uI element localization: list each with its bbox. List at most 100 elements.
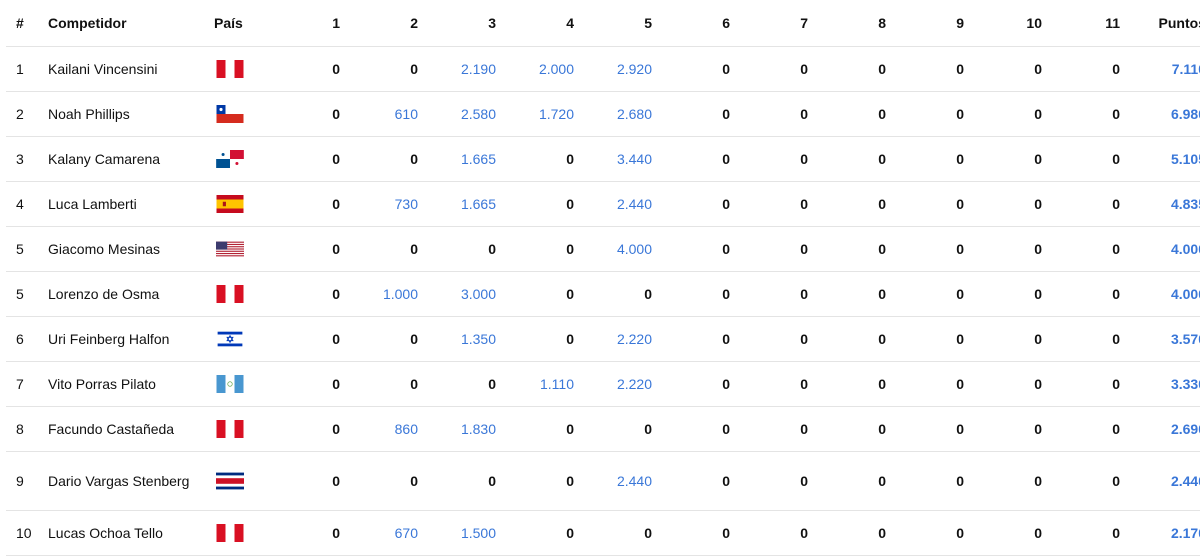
round-11-score: 0 bbox=[1048, 451, 1126, 511]
round-3-score: 0 bbox=[424, 451, 502, 511]
header-round-8: 8 bbox=[814, 0, 892, 47]
round-10-score: 0 bbox=[970, 181, 1048, 227]
round-5-score[interactable]: 2.920 bbox=[580, 46, 658, 92]
round-7-score: 0 bbox=[736, 361, 814, 407]
country-cell bbox=[208, 361, 280, 407]
round-2-score: 0 bbox=[346, 361, 424, 407]
round-10-score: 0 bbox=[970, 451, 1048, 511]
round-4-score[interactable]: 1.720 bbox=[502, 91, 580, 137]
round-4-score[interactable]: 1.110 bbox=[502, 361, 580, 407]
round-2-score[interactable]: 730 bbox=[346, 181, 424, 227]
round-9-score: 0 bbox=[892, 181, 970, 227]
total-points[interactable]: 2.690 bbox=[1126, 406, 1200, 452]
position-cell: 3 bbox=[6, 136, 42, 182]
round-3-score[interactable]: 1.665 bbox=[424, 181, 502, 227]
round-2-score[interactable]: 610 bbox=[346, 91, 424, 137]
round-10-score: 0 bbox=[970, 136, 1048, 182]
total-points[interactable]: 2.440 bbox=[1126, 451, 1200, 511]
round-5-score: 0 bbox=[580, 406, 658, 452]
competitor-name: Uri Feinberg Halfon bbox=[42, 316, 208, 362]
round-5-score[interactable]: 2.440 bbox=[580, 451, 658, 511]
round-2-score[interactable]: 860 bbox=[346, 406, 424, 452]
round-1-score: 0 bbox=[280, 181, 346, 227]
round-7-score: 0 bbox=[736, 226, 814, 272]
total-points[interactable]: 3.330 bbox=[1126, 361, 1200, 407]
round-11-score: 0 bbox=[1048, 226, 1126, 272]
round-5-score[interactable]: 2.680 bbox=[580, 91, 658, 137]
round-6-score: 0 bbox=[658, 406, 736, 452]
round-3-score[interactable]: 1.500 bbox=[424, 510, 502, 556]
total-points[interactable]: 4.000 bbox=[1126, 226, 1200, 272]
round-2-score: 0 bbox=[346, 136, 424, 182]
round-8-score: 0 bbox=[814, 181, 892, 227]
header-row: # Competidor País 1 2 3 4 5 6 7 8 9 10 1… bbox=[6, 0, 1200, 47]
total-points[interactable]: 2.170 bbox=[1126, 510, 1200, 556]
round-5-score[interactable]: 2.220 bbox=[580, 361, 658, 407]
round-6-score: 0 bbox=[658, 271, 736, 317]
total-points[interactable]: 6.980 bbox=[1126, 91, 1200, 137]
round-4-score: 0 bbox=[502, 406, 580, 452]
round-6-score: 0 bbox=[658, 46, 736, 92]
round-3-score[interactable]: 1.350 bbox=[424, 316, 502, 362]
header-round-3: 3 bbox=[424, 0, 502, 47]
round-8-score: 0 bbox=[814, 316, 892, 362]
round-7-score: 0 bbox=[736, 316, 814, 362]
total-points[interactable]: 7.110 bbox=[1126, 46, 1200, 92]
peru-flag-icon bbox=[216, 285, 244, 304]
round-11-score: 0 bbox=[1048, 361, 1126, 407]
round-5-score[interactable]: 4.000 bbox=[580, 226, 658, 272]
round-5-score[interactable]: 3.440 bbox=[580, 136, 658, 182]
round-9-score: 0 bbox=[892, 91, 970, 137]
table-row: 9 Dario Vargas Stenberg 0 0 0 0 2.440 0 0 0 0 0 0 2.4… bbox=[6, 451, 1200, 511]
total-points[interactable]: 5.105 bbox=[1126, 136, 1200, 182]
competitor-name: Kailani Vincensini bbox=[42, 46, 208, 92]
round-3-score[interactable]: 2.190 bbox=[424, 46, 502, 92]
position-cell: 7 bbox=[6, 361, 42, 407]
round-4-score: 0 bbox=[502, 451, 580, 511]
position-cell: 9 bbox=[6, 451, 42, 511]
round-1-score: 0 bbox=[280, 91, 346, 137]
position-cell: 2 bbox=[6, 91, 42, 137]
header-round-6: 6 bbox=[658, 0, 736, 47]
total-points[interactable]: 4.835 bbox=[1126, 181, 1200, 227]
round-9-score: 0 bbox=[892, 316, 970, 362]
round-11-score: 0 bbox=[1048, 136, 1126, 182]
competitor-name: Lucas Ochoa Tello bbox=[42, 510, 208, 556]
round-5-score[interactable]: 2.440 bbox=[580, 181, 658, 227]
table-row: 5Lorenzo de Osma01.0003.000000000004.000 bbox=[6, 271, 1200, 317]
round-5-score: 0 bbox=[580, 271, 658, 317]
round-11-score: 0 bbox=[1048, 510, 1126, 556]
round-3-score[interactable]: 3.000 bbox=[424, 271, 502, 317]
round-11-score: 0 bbox=[1048, 271, 1126, 317]
peru-flag-icon bbox=[216, 60, 244, 79]
country-cell bbox=[208, 451, 280, 511]
round-4-score: 0 bbox=[502, 136, 580, 182]
round-3-score[interactable]: 1.830 bbox=[424, 406, 502, 452]
round-8-score: 0 bbox=[814, 226, 892, 272]
round-3-score[interactable]: 2.580 bbox=[424, 91, 502, 137]
position-cell: 8 bbox=[6, 406, 42, 452]
round-2-score[interactable]: 1.000 bbox=[346, 271, 424, 317]
round-8-score: 0 bbox=[814, 510, 892, 556]
panama-flag-icon bbox=[216, 150, 244, 169]
round-7-score: 0 bbox=[736, 46, 814, 92]
round-4-score[interactable]: 2.000 bbox=[502, 46, 580, 92]
round-3-score: 0 bbox=[424, 361, 502, 407]
round-1-score: 0 bbox=[280, 46, 346, 92]
country-cell bbox=[208, 271, 280, 317]
round-4-score: 0 bbox=[502, 226, 580, 272]
round-3-score[interactable]: 1.665 bbox=[424, 136, 502, 182]
round-2-score[interactable]: 670 bbox=[346, 510, 424, 556]
round-6-score: 0 bbox=[658, 361, 736, 407]
round-11-score: 0 bbox=[1048, 406, 1126, 452]
round-1-score: 0 bbox=[280, 316, 346, 362]
table-row: 1 Kailani Vincensini 0 0 2.190 2.000 2.920 0 0 0 0… bbox=[6, 46, 1200, 92]
position-cell: 10 bbox=[6, 510, 42, 556]
round-9-score: 0 bbox=[892, 406, 970, 452]
round-9-score: 0 bbox=[892, 361, 970, 407]
round-9-score: 0 bbox=[892, 451, 970, 511]
total-points[interactable]: 3.570 bbox=[1126, 316, 1200, 362]
round-5-score[interactable]: 2.220 bbox=[580, 316, 658, 362]
total-points[interactable]: 4.000 bbox=[1126, 271, 1200, 317]
round-2-score: 0 bbox=[346, 226, 424, 272]
